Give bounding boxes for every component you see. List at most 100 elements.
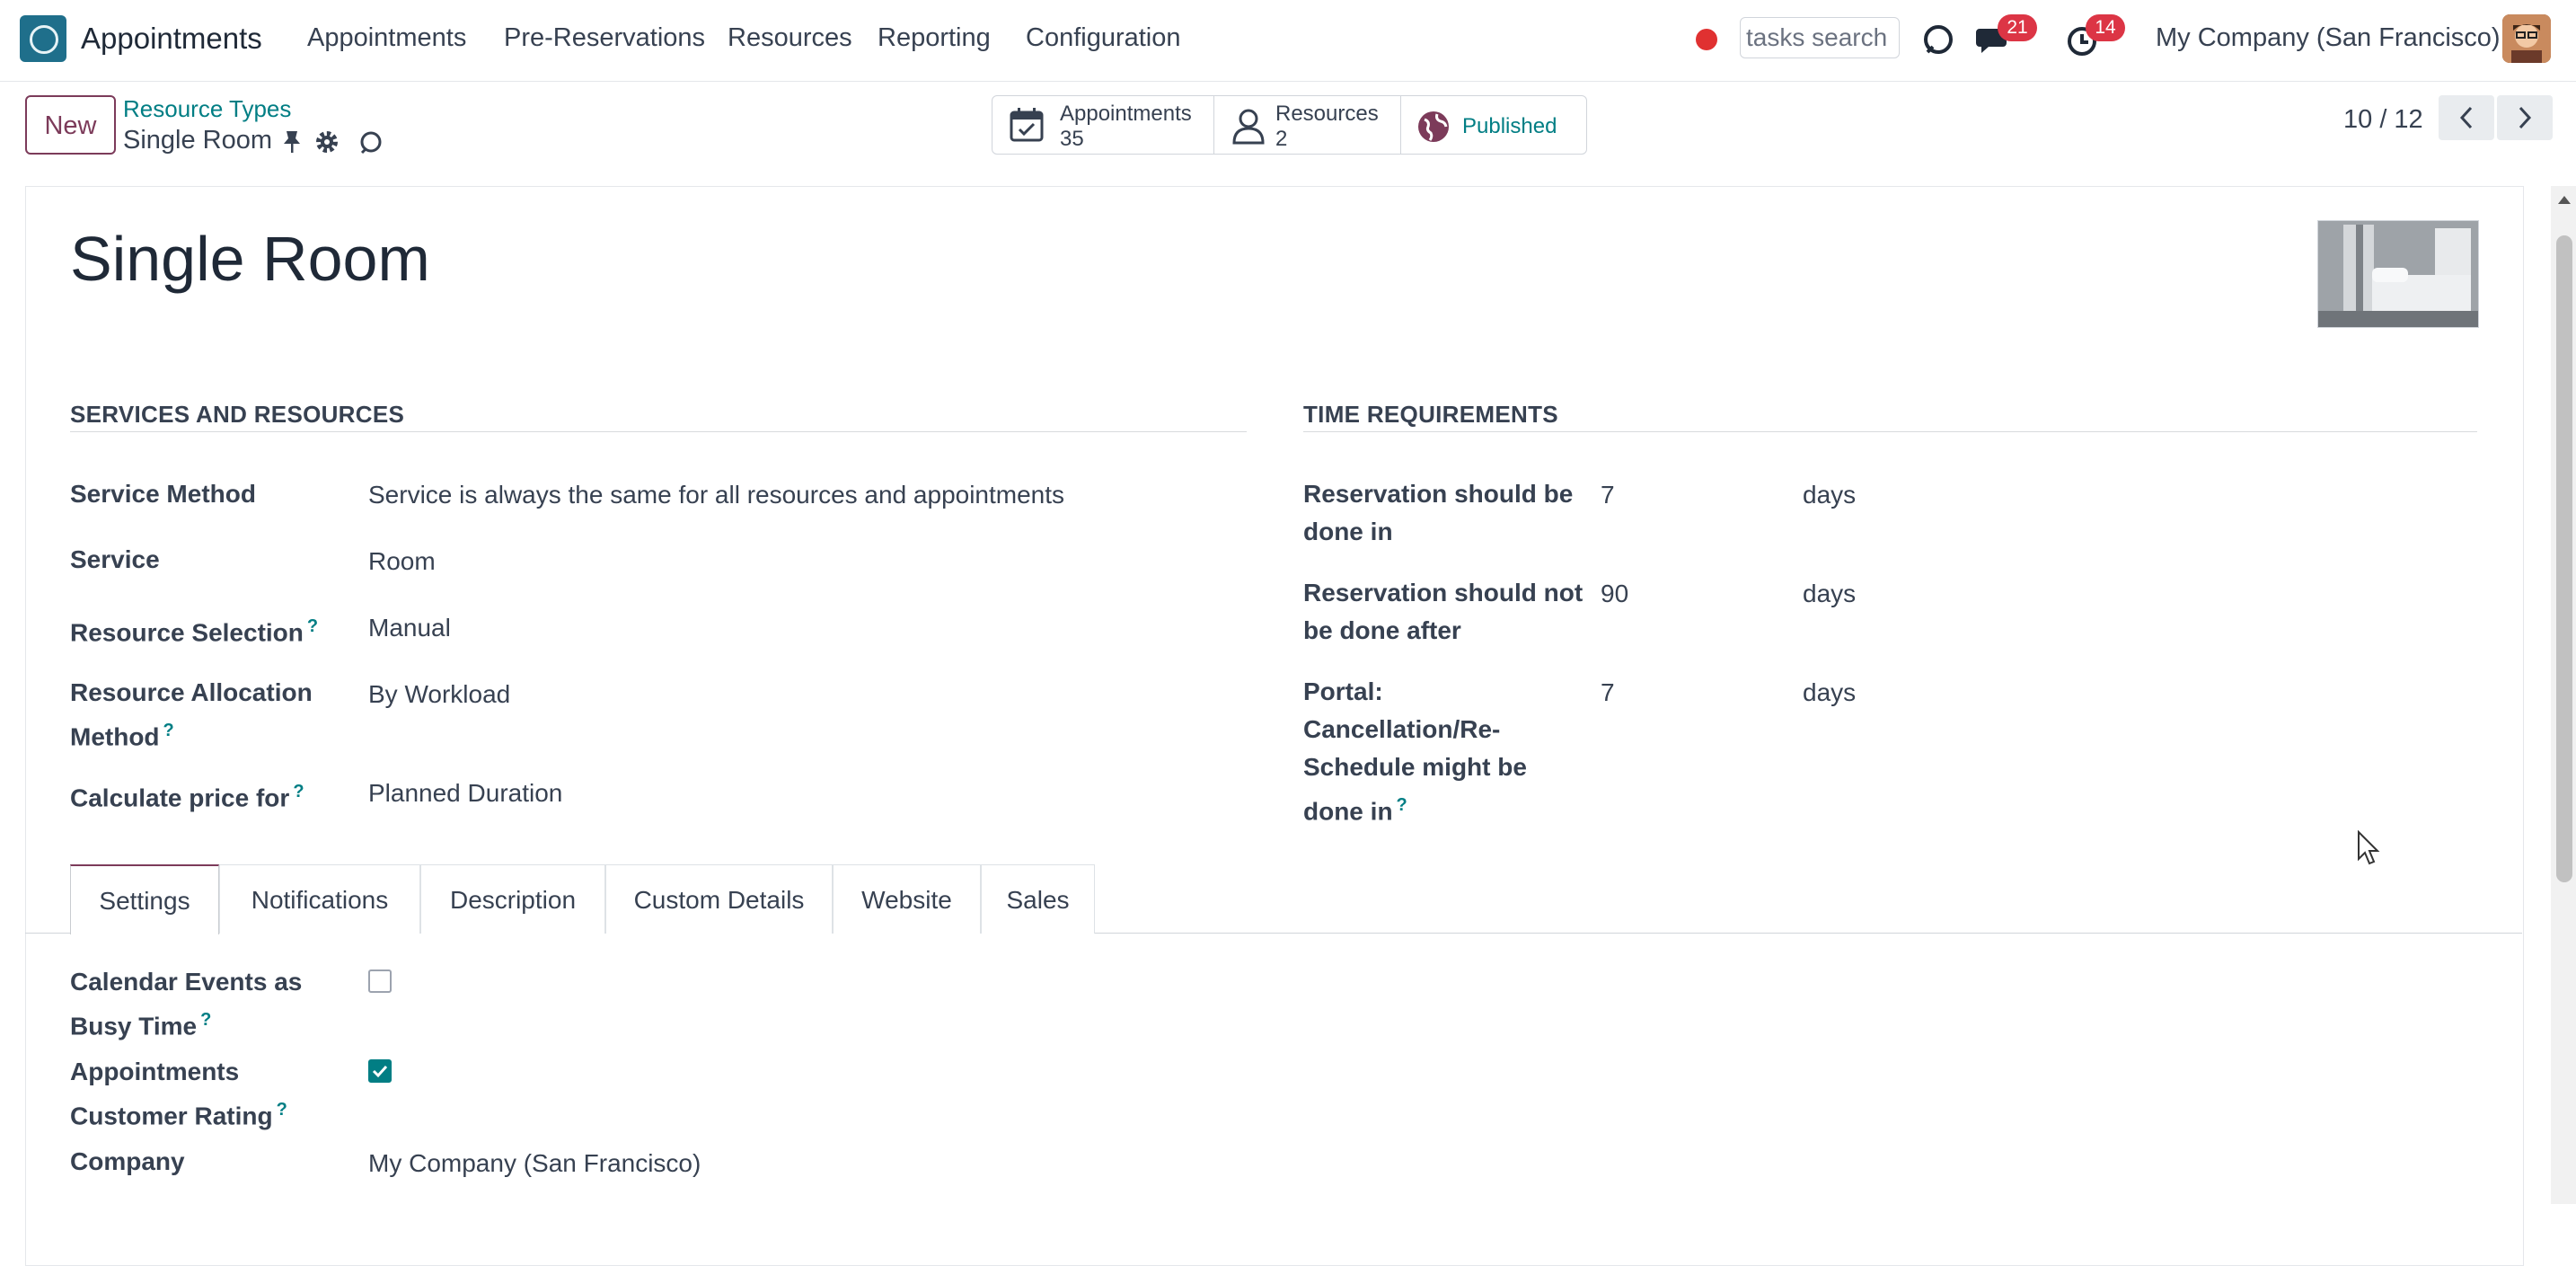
resource-allocation-field[interactable]: By Workload [368,676,510,713]
resources-smart-button[interactable]: Resources 2 [1213,95,1401,155]
service-field[interactable]: Room [368,543,436,580]
portal-cancel-unit: days [1803,678,1857,706]
published-smart-label: Published [1462,114,1557,138]
tab-description[interactable]: Description [420,864,605,934]
calculate-price-label: Calculate price for? [70,773,304,817]
customer-rating-label: Appointments Customer Rating? [70,1053,287,1135]
customer-rating-label-line1: Appointments [70,1058,240,1085]
scrollbar-thumb[interactable] [2556,235,2572,882]
menu-pre-reservations[interactable]: Pre-Reservations [504,23,705,53]
portal-cancel-label-line3: Schedule might be [1303,753,1527,781]
customer-rating-checkbox[interactable] [368,1059,392,1083]
appointments-smart-value: 35 [1060,127,1084,151]
company-switcher[interactable]: My Company (San Francisco) [2156,23,2501,53]
services-divider [70,431,1247,432]
menu-reporting[interactable]: Reporting [878,23,991,53]
record-title[interactable]: Single Room [70,223,430,295]
app-name[interactable]: Appointments [81,22,262,56]
calendar-check-icon [1010,108,1044,142]
menu-appointments[interactable]: Appointments [307,23,466,53]
pager-counter[interactable]: 10 / 12 [2343,105,2423,135]
tab-notifications[interactable]: Notifications [219,864,420,934]
menu-configuration[interactable]: Configuration [1026,23,1181,53]
reservation-not-after-label-line2: be done after [1303,616,1461,644]
published-smart-button[interactable]: Published [1400,95,1587,155]
new-record-button[interactable]: New [25,95,116,155]
time-requirements-heading: TIME REQUIREMENTS [1303,401,1558,428]
portal-cancel-label-line2: Cancellation/Re- [1303,715,1501,743]
portal-cancel-label-line1: Portal: [1303,677,1383,705]
time-divider [1303,431,2477,432]
reservation-not-after-unit: days [1803,580,1857,607]
tab-settings[interactable]: Settings [70,864,219,934]
messages-count-badge: 21 [1998,14,2037,41]
service-label: Service [70,545,160,573]
reservation-not-after-label: Reservation should not be done after [1303,574,1583,650]
reservation-in-label-line1: Reservation should be [1303,480,1574,508]
reservation-not-after-label-line1: Reservation should not [1303,579,1584,606]
resource-selection-field[interactable]: Manual [368,609,451,647]
refresh-icon[interactable] [357,129,384,156]
portal-cancel-label-line4: done in [1303,797,1393,826]
reservation-in-field[interactable]: 7 [1601,476,1615,514]
calendar-busy-checkbox[interactable] [368,969,392,993]
portal-cancel-label: Portal: Cancellation/Re- Schedule might be… [1303,673,1527,830]
chevron-left-icon [2459,106,2473,129]
pager-next-button[interactable] [2497,95,2553,140]
resource-allocation-label: Resource Allocation Method? [70,674,313,756]
discuss-icon[interactable] [1919,20,1958,59]
portal-cancel-field[interactable]: 7 [1601,674,1615,712]
checkmark-icon [372,1065,388,1078]
scroll-up-arrow-icon[interactable] [2556,193,2572,206]
menu-resources[interactable]: Resources [728,23,852,53]
customer-rating-label-line2: Customer Rating [70,1102,273,1130]
service-method-label: Service Method [70,480,256,508]
breadcrumb-current: Single Room [123,126,273,155]
calendar-busy-help-icon[interactable]: ? [200,1010,211,1030]
reservation-in-label-line2: done in [1303,518,1393,545]
chevron-right-icon [2519,106,2532,129]
company-field[interactable]: My Company (San Francisco) [368,1145,701,1182]
appointments-smart-button[interactable]: Appointments 35 [992,95,1214,155]
user-icon [1232,109,1265,145]
recording-indicator-icon[interactable] [1696,29,1717,50]
appointments-smart-label: Appointments [1060,102,1192,126]
calendar-busy-label-line2: Busy Time [70,1012,198,1040]
tasks-search-input[interactable] [1740,17,1900,58]
record-image[interactable] [2317,220,2479,328]
reservation-in-unit: days [1803,481,1857,509]
mouse-cursor-icon [2358,830,2380,865]
tab-custom-details[interactable]: Custom Details [605,864,833,934]
resources-smart-value: 2 [1275,127,1288,151]
activities-count-badge: 14 [2086,14,2125,41]
service-method-field[interactable]: Service is always the same for all resou… [368,476,1064,514]
calculate-price-field[interactable]: Planned Duration [368,775,562,812]
calculate-price-label-text: Calculate price for [70,784,290,812]
resource-selection-label: Resource Selection? [70,607,318,651]
appointments-app-icon[interactable] [20,15,66,62]
reservation-not-after-field[interactable]: 90 [1601,575,1628,613]
resource-allocation-label-line2: Method [70,722,160,751]
tab-sales[interactable]: Sales [981,864,1095,934]
resources-smart-label: Resources [1275,102,1379,126]
globe-icon [1418,111,1449,142]
reservation-in-label: Reservation should be done in [1303,475,1573,551]
gear-icon[interactable] [314,129,340,155]
company-label: Company [70,1147,185,1175]
calendar-busy-label: Calendar Events as Busy Time? [70,963,302,1045]
portal-cancel-help-icon[interactable]: ? [1397,795,1407,815]
customer-rating-help-icon[interactable]: ? [277,1100,287,1120]
pin-icon[interactable] [280,129,304,156]
user-avatar[interactable] [2502,14,2551,63]
services-resources-heading: SERVICES AND RESOURCES [70,401,405,428]
pager-previous-button[interactable] [2439,95,2494,140]
resource-allocation-help-icon[interactable]: ? [163,721,174,740]
form-sheet [25,186,2524,1266]
tab-website[interactable]: Website [833,864,981,934]
calculate-price-help-icon[interactable]: ? [293,782,304,801]
calendar-busy-label-line1: Calendar Events as [70,968,303,996]
breadcrumb-resource-types[interactable]: Resource Types [123,95,291,123]
resource-selection-label-text: Resource Selection [70,618,304,647]
resource-selection-help-icon[interactable]: ? [307,616,318,636]
resource-allocation-label-line1: Resource Allocation [70,678,313,706]
